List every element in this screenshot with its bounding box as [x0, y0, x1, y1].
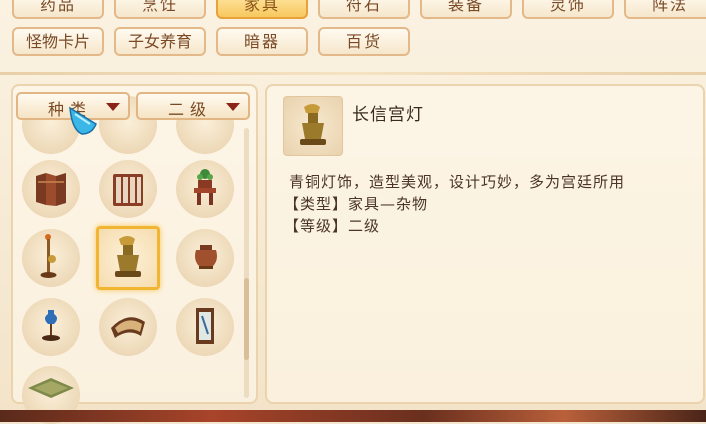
tab-child-rearing[interactable]: 子女养育 [114, 27, 206, 56]
cursor-icon [69, 106, 97, 135]
tall-screen-icon [113, 174, 143, 206]
tab-medicine[interactable]: 药品 [12, 0, 104, 19]
grid-cell[interactable] [22, 298, 80, 356]
tab-general-goods[interactable]: 百货 [318, 27, 410, 56]
bronze-palace-lamp-icon [115, 236, 141, 277]
tab-formation[interactable]: 阵法 [624, 0, 706, 19]
chevron-down-icon [106, 103, 120, 111]
item-description: 青铜灯饰，造型美观，设计巧妙，多为宫廷所用 [289, 173, 626, 191]
fan-screen-icon [111, 317, 145, 338]
detail-item-icon [283, 96, 343, 156]
item-name: 长信宫灯 [352, 105, 424, 125]
grade-filter-dropdown[interactable]: 二级 [136, 92, 250, 120]
item-grade: 【等级】二级 [284, 217, 381, 235]
tab-accessory[interactable]: 灵饰 [522, 0, 614, 19]
tab-furniture[interactable]: 家具 [216, 0, 308, 19]
grid-cell-selected[interactable] [96, 226, 160, 290]
bronze-pot-icon [195, 245, 217, 269]
tab-cooking[interactable]: 烹饪 [114, 0, 206, 19]
tab-runestone[interactable]: 符石 [318, 0, 410, 19]
grid-cell[interactable] [176, 229, 234, 287]
hanging-scroll-icon [196, 308, 214, 344]
grid-cell[interactable] [99, 298, 157, 356]
tab-equipment[interactable]: 装备 [420, 0, 512, 19]
grid-scrollbar-thumb[interactable] [244, 278, 249, 360]
bronze-palace-lamp-icon [300, 104, 326, 145]
grid-cell[interactable] [176, 160, 234, 218]
chevron-down-icon [226, 103, 240, 111]
candle-stand-icon [40, 234, 57, 278]
bottom-scene-strip [0, 410, 706, 422]
grid-cell[interactable] [99, 160, 157, 218]
blue-vase-stand-icon [42, 310, 60, 341]
folding-screen-icon [36, 173, 66, 206]
grid-cell[interactable] [22, 229, 80, 287]
tab-hidden-weapon[interactable]: 暗器 [216, 27, 308, 56]
grid-cell[interactable] [176, 298, 234, 356]
section-divider [0, 72, 706, 75]
grid-cell[interactable] [22, 160, 80, 218]
grade-filter-label: 二级 [168, 100, 213, 119]
potted-plant-stand-icon [194, 169, 216, 205]
tab-monster-card[interactable]: 怪物卡片 [12, 27, 104, 56]
item-type: 【类型】家具—杂物 [284, 195, 429, 213]
